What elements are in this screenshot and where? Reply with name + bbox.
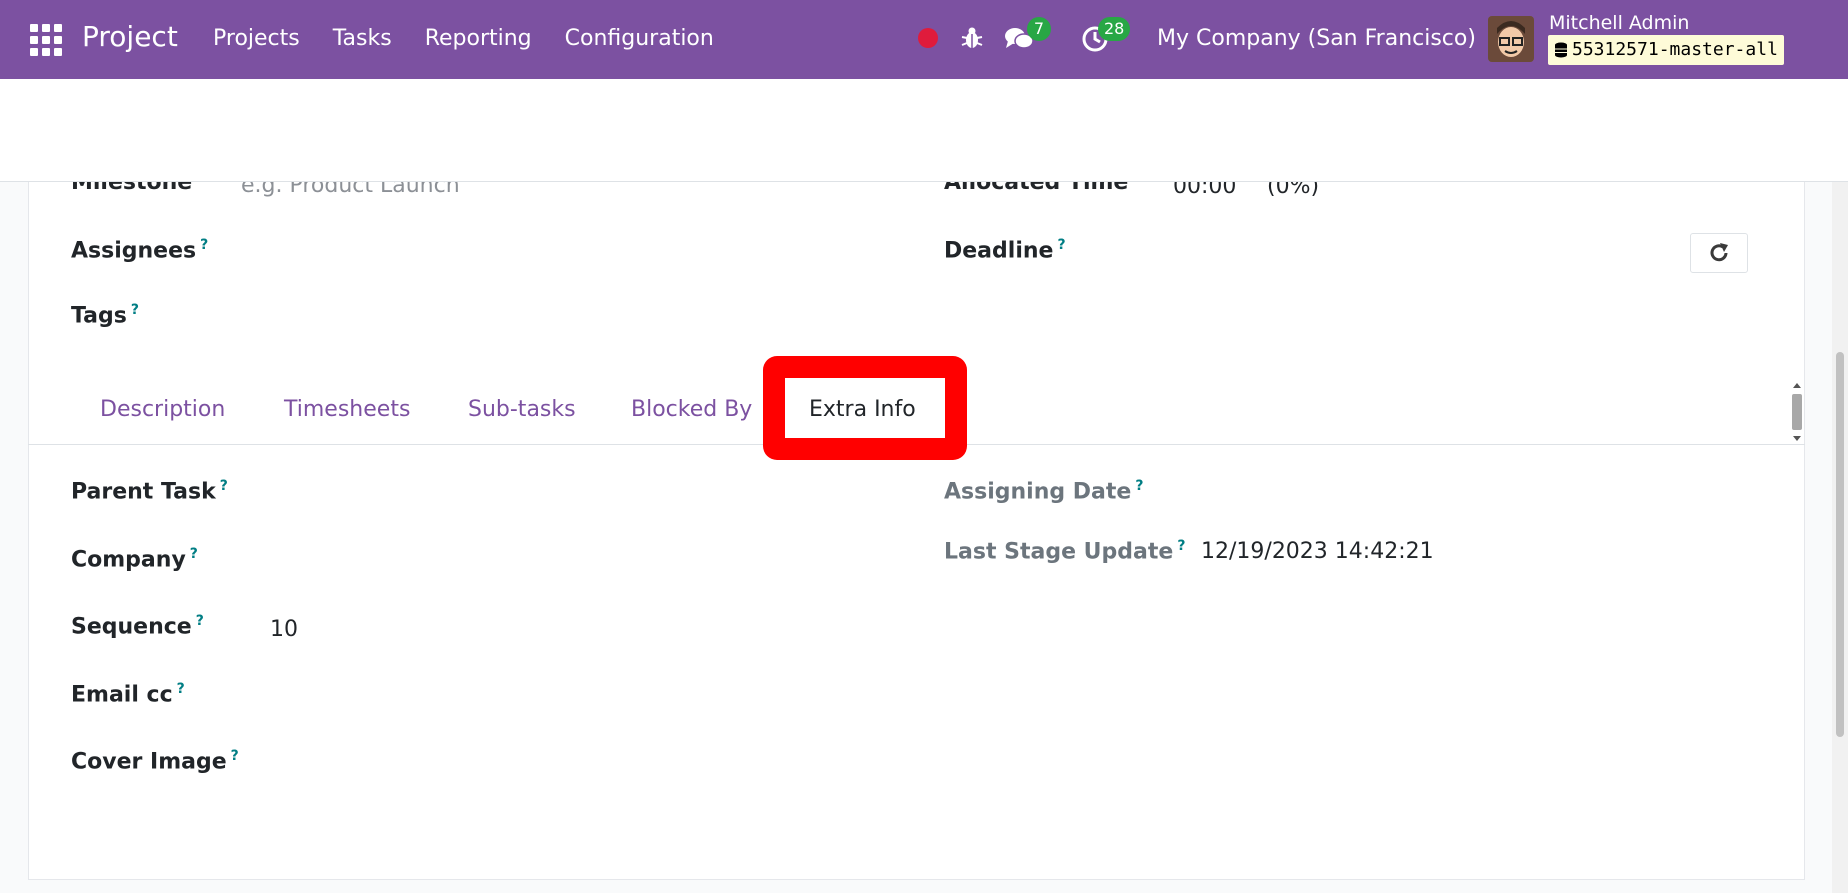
help-icon[interactable]: ? — [131, 302, 139, 318]
menu-configuration[interactable]: Configuration — [565, 26, 714, 51]
tab-description[interactable]: Description — [100, 397, 225, 422]
database-badge: 55312571-master-all — [1548, 35, 1784, 65]
scroll-clip — [0, 154, 1848, 182]
assigning-date-label: Assigning Date? — [944, 478, 1143, 504]
sequence-label: Sequence? — [71, 613, 204, 639]
refresh-icon — [1710, 243, 1728, 262]
parent-task-label: Parent Task? — [71, 478, 228, 504]
sequence-label-text: Sequence — [71, 614, 192, 640]
database-name: 55312571-master-all — [1572, 39, 1778, 60]
company-label: Company? — [71, 546, 198, 572]
user-name[interactable]: Mitchell Admin — [1549, 12, 1689, 34]
top-navbar: Project Projects Tasks Reporting Configu… — [0, 0, 1848, 79]
chevron-left-icon — [1731, 106, 1742, 126]
app-grid-icon[interactable] — [30, 24, 62, 56]
messages-count-badge: 7 — [1027, 17, 1051, 41]
help-icon[interactable]: ? — [190, 546, 198, 562]
database-icon — [1555, 42, 1567, 58]
tab-sub-tasks[interactable]: Sub-tasks — [468, 397, 576, 422]
breadcrumb-projects[interactable]: Projects — [123, 95, 210, 120]
form-sheet — [28, 182, 1805, 880]
company-switcher[interactable]: My Company (San Francisco) — [1157, 26, 1476, 51]
last-stage-update-value: 12/19/2023 14:42:21 — [1201, 539, 1434, 564]
tabs-scrollbar-thumb[interactable] — [1792, 394, 1802, 430]
menu-reporting[interactable]: Reporting — [425, 26, 532, 51]
chevron-right-icon — [1790, 106, 1801, 126]
tab-timesheets[interactable]: Timesheets — [284, 397, 410, 422]
record-indicator-icon[interactable] — [918, 28, 938, 48]
company-label-text: Company — [71, 547, 186, 573]
refresh-deadline-button[interactable] — [1690, 233, 1748, 273]
new-button[interactable]: New — [28, 95, 116, 151]
page-scrollbar-thumb[interactable] — [1836, 352, 1844, 737]
pager-value[interactable]: 1 / 1 — [1648, 101, 1697, 126]
record-title: Task 01 — [123, 124, 206, 149]
page-scrollbar[interactable] — [1832, 182, 1848, 893]
menu-tasks[interactable]: Tasks — [333, 26, 392, 51]
assignees-label: Assignees? — [71, 237, 208, 263]
email-cc-label-text: Email cc — [71, 682, 173, 708]
tab-blocked-by[interactable]: Blocked By — [631, 397, 752, 422]
deadline-label-text: Deadline — [944, 238, 1054, 264]
breadcrumb: Projects / New Project — [123, 95, 371, 120]
menu-projects[interactable]: Projects — [213, 26, 300, 51]
parent-task-label-text: Parent Task — [71, 479, 216, 505]
last-stage-update-label: Last Stage Update? — [944, 538, 1185, 564]
gear-icon[interactable] — [219, 127, 241, 149]
app-brand[interactable]: Project — [82, 20, 178, 53]
last-stage-update-label-text: Last Stage Update — [944, 539, 1174, 565]
tabs-scrollbar[interactable] — [1790, 380, 1804, 444]
breadcrumb-separator: / — [221, 95, 230, 120]
help-icon[interactable]: ? — [196, 613, 204, 629]
scroll-down-icon[interactable] — [1790, 434, 1804, 444]
activities-count-badge: 28 — [1098, 17, 1131, 41]
sequence-input[interactable]: 10 — [270, 617, 298, 642]
help-icon[interactable]: ? — [231, 748, 239, 764]
scroll-up-icon[interactable] — [1790, 380, 1804, 390]
tags-label: Tags? — [71, 302, 139, 328]
help-icon[interactable]: ? — [220, 478, 228, 494]
help-icon[interactable]: ? — [177, 681, 185, 697]
pager-previous-button[interactable] — [1709, 95, 1765, 137]
help-icon[interactable]: ? — [1135, 478, 1143, 494]
breadcrumb-new-project[interactable]: New Project — [241, 95, 371, 120]
debug-bug-icon[interactable] — [960, 25, 984, 51]
tags-label-text: Tags — [71, 303, 127, 329]
help-icon[interactable]: ? — [1177, 538, 1185, 554]
cloud-save-icon[interactable] — [392, 124, 422, 150]
help-icon[interactable]: ? — [1057, 237, 1065, 253]
main-menu: Projects Tasks Reporting Configuration — [213, 26, 747, 51]
pager-next-button[interactable] — [1767, 95, 1823, 137]
cover-image-label: Cover Image? — [71, 748, 239, 774]
assigning-date-label-text: Assigning Date — [944, 479, 1132, 505]
discard-undo-icon[interactable] — [441, 124, 467, 150]
assignees-label-text: Assignees — [71, 238, 197, 264]
help-icon[interactable]: ? — [200, 237, 208, 253]
annotation-highlight — [763, 356, 967, 460]
user-avatar[interactable] — [1488, 16, 1534, 62]
deadline-label: Deadline? — [944, 237, 1066, 263]
email-cc-label: Email cc? — [71, 681, 185, 707]
cover-image-label-text: Cover Image — [71, 749, 227, 775]
